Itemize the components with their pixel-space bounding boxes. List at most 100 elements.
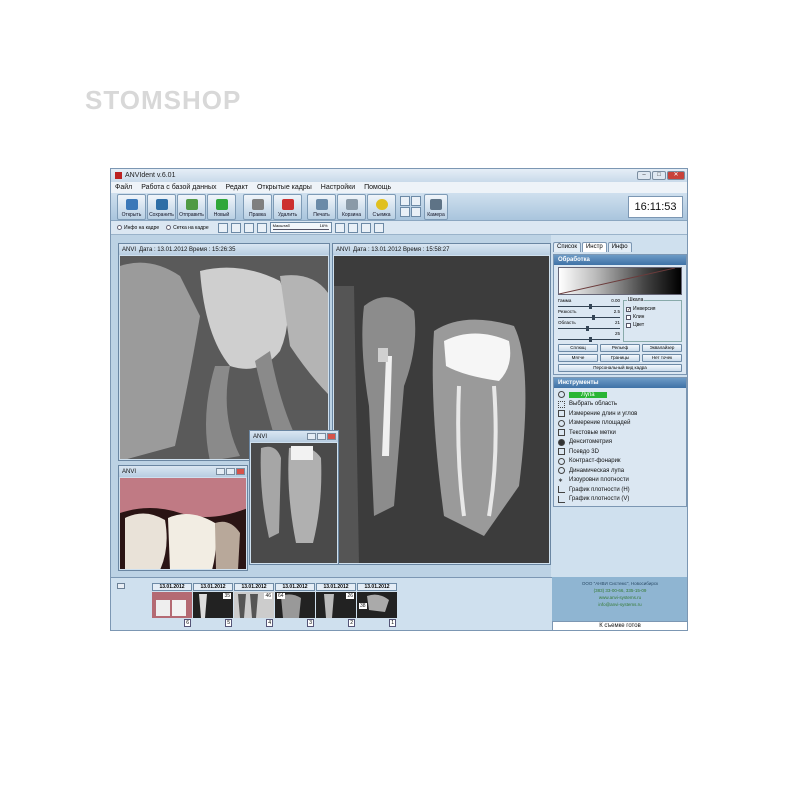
image-workspace: ANVI Дата : 13.01.2012 Время : 15:26:35 A… <box>111 235 551 577</box>
tool-select-area[interactable]: Выбрать область <box>558 400 682 410</box>
open-button[interactable]: Открыть <box>117 193 146 220</box>
menu-database[interactable]: Работа с базой данных <box>141 184 216 191</box>
magnifier-icon <box>558 391 565 399</box>
menu-settings[interactable]: Настройки <box>321 184 355 191</box>
flashlight-icon <box>558 457 565 465</box>
fit-width-icon[interactable] <box>334 222 345 233</box>
photo-window[interactable]: ANVI <box>118 465 248 571</box>
sharpness-slider[interactable]: Резкость 2.5 <box>558 309 620 320</box>
new-button[interactable]: Новый <box>207 193 236 220</box>
gradation-curve[interactable] <box>558 267 682 295</box>
mirror-icon[interactable] <box>256 222 267 233</box>
maximize-button[interactable]: □ <box>652 171 666 180</box>
tab-info[interactable]: Инфо <box>607 242 632 252</box>
tile-icon[interactable] <box>411 207 421 217</box>
color-checkbox[interactable]: Цвет <box>626 321 679 329</box>
thumbnail-2[interactable]: 13.01.2012 26 2 <box>316 583 356 627</box>
folder-icon[interactable] <box>117 583 125 589</box>
rotate-left-icon[interactable] <box>217 222 228 233</box>
rotate-right-icon[interactable] <box>230 222 241 233</box>
grid-on-frame-toggle[interactable]: Сетка на кадре <box>166 225 209 231</box>
thumbnail-1[interactable]: 13.01.2012 38 1 <box>357 583 397 627</box>
inversion-checkbox[interactable]: ✓ Инверсия <box>626 305 679 313</box>
send-button[interactable]: Отправить <box>177 193 206 220</box>
save-icon <box>155 198 168 210</box>
xray-window-3[interactable]: ANVI <box>249 430 339 565</box>
tool-densitometry[interactable]: Денситометрия <box>558 438 682 448</box>
capture-button[interactable]: Съемка <box>367 193 396 220</box>
thumbnail-strip: 13.01.2012 6 13.01.2012 35 5 13.01.2012 … <box>111 577 552 630</box>
wedge-checkbox[interactable]: Клин <box>626 313 679 321</box>
fit-height-icon[interactable] <box>347 222 358 233</box>
soften-button[interactable]: Мягче <box>558 354 598 362</box>
personal-view-button[interactable]: Персональный вид кадра <box>558 364 682 372</box>
trash-button[interactable]: Корзина <box>337 193 366 220</box>
close-button[interactable]: ✕ <box>667 171 685 180</box>
tools-group: Инструменты Лупа Выбрать область Измерен… <box>553 377 687 507</box>
xray-window-1[interactable]: ANVI Дата : 13.01.2012 Время : 15:26:35 <box>118 243 330 461</box>
menu-open-frames[interactable]: Открытые кадры <box>257 184 312 191</box>
thumbnail-3[interactable]: 13.01.2012 64 3 <box>275 583 315 627</box>
xray-window-2[interactable]: ANVI Дата : 13.01.2012 Время : 15:58:27 <box>332 243 551 565</box>
check-icon: ✓ <box>626 306 632 313</box>
gamma-slider[interactable]: Гамма 0.00 <box>558 298 620 309</box>
tool-pseudo-3d[interactable]: Псевдо 3D <box>558 447 682 457</box>
no-dots-button[interactable]: Нет точек <box>642 354 682 362</box>
windows-icon[interactable] <box>411 196 421 206</box>
area-slider[interactable]: Область 21 <box>558 320 620 331</box>
xray-image-2[interactable] <box>334 256 549 563</box>
equalizer-button[interactable]: Эквалайзер <box>642 344 682 352</box>
open-icon <box>125 198 138 210</box>
relief-button[interactable]: Рельеф <box>600 344 640 352</box>
processing-group: Обработка Гамма 0.00 Резкость 2.5 Область 2… <box>553 254 687 375</box>
flatten-button[interactable]: Сплющ <box>558 344 598 352</box>
text-icon <box>558 429 565 437</box>
clock: 16:11:53 <box>628 195 683 218</box>
thumbnail-5[interactable]: 13.01.2012 35 5 <box>193 583 233 627</box>
tool-measure-area[interactable]: Измерение площадей <box>558 419 682 429</box>
extra-slider[interactable]: 25 <box>558 331 620 342</box>
menu-file[interactable]: Файл <box>115 184 132 191</box>
edit-button[interactable]: Правка <box>243 193 272 220</box>
camera-button[interactable]: Камера <box>424 193 448 220</box>
company-info: ООО "АНВИ Системс", Новосибирск (383) 33… <box>552 577 687 623</box>
actual-size-icon[interactable] <box>360 222 371 233</box>
tool-density-graph-h[interactable]: График плотности (H) <box>558 485 682 495</box>
tool-magnifier[interactable]: Лупа <box>558 390 682 400</box>
edges-button[interactable]: Границы <box>600 354 640 362</box>
delete-button[interactable]: Удалить <box>273 193 302 220</box>
tool-measure-length[interactable]: Измерение длин и углов <box>558 409 682 419</box>
tool-density-graph-v[interactable]: График плотности (V) <box>558 495 682 505</box>
send-icon <box>185 198 198 210</box>
thumbnail-6[interactable]: 13.01.2012 6 <box>152 583 192 627</box>
minimize-button[interactable]: – <box>637 171 651 180</box>
info-on-frame-toggle[interactable]: Инфо на кадре <box>117 225 159 231</box>
scale-options: Шкала ✓ Инверсия Клин Цвет <box>623 297 682 342</box>
menu-edit[interactable]: Редакт <box>226 184 248 191</box>
fit-window-icon[interactable] <box>373 222 384 233</box>
app-icon <box>115 172 122 179</box>
tab-list[interactable]: Список <box>553 242 581 252</box>
pseudo-3d-icon <box>558 448 565 456</box>
grid-icon[interactable] <box>400 207 410 217</box>
tool-text-labels[interactable]: Текстовые метки <box>558 428 682 438</box>
app-window: ANVIdent v.6.01 – □ ✕ Файл Работа с базо… <box>110 168 688 631</box>
tool-contrast-flashlight[interactable]: Контраст-фонарик <box>558 457 682 467</box>
tab-tools[interactable]: Инстр <box>581 242 607 252</box>
save-button[interactable]: Сохранить <box>147 193 176 220</box>
menu-help[interactable]: Помощь <box>364 184 391 191</box>
title-bar[interactable]: ANVIdent v.6.01 – □ ✕ <box>111 169 687 182</box>
layout-icon[interactable] <box>400 196 410 206</box>
xray-image-1[interactable] <box>120 256 328 459</box>
intraoral-photo[interactable] <box>120 478 246 569</box>
zoom-slider[interactable]: Масштаб 16% <box>269 222 332 233</box>
xray-image-3[interactable] <box>251 443 337 563</box>
flip-icon[interactable] <box>243 222 254 233</box>
print-button[interactable]: Печать <box>307 193 336 220</box>
delete-icon <box>281 198 294 210</box>
panel-tabs: Список Инстр Инфо <box>552 242 687 252</box>
tool-dynamic-magnifier[interactable]: Динамическая лупа <box>558 466 682 476</box>
tool-density-isolevels[interactable]: ∗ Изоуровни плотности <box>558 476 682 486</box>
checkmark-icon <box>215 198 228 210</box>
thumbnail-4[interactable]: 13.01.2012 46 4 <box>234 583 274 627</box>
